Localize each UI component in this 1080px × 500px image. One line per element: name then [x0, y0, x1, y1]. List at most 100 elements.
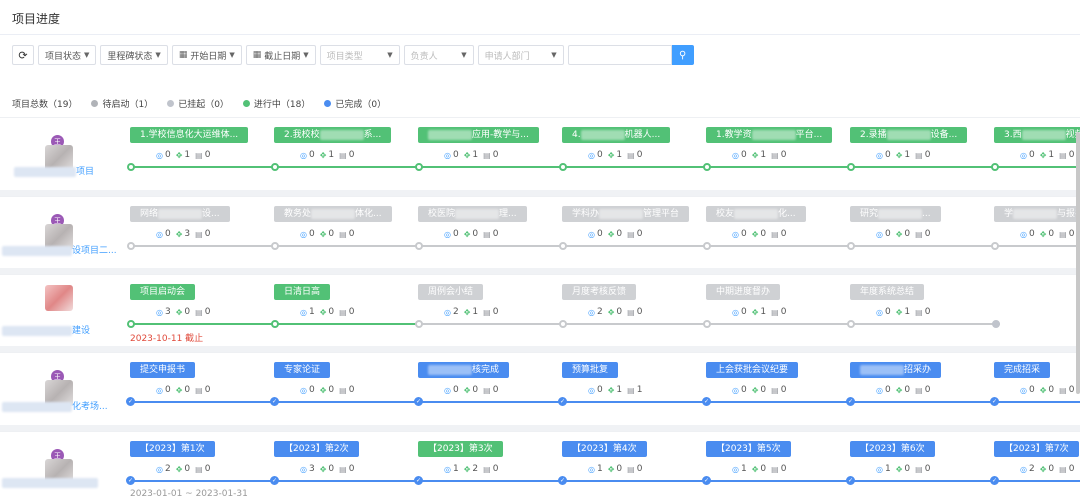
milestone-tag[interactable]: 日清日高 [274, 284, 331, 300]
milestone-tag[interactable]: 周例会小结 [418, 284, 484, 300]
milestone[interactable]: 预算批复 ◎ 0 ✥ 1 ▤ 1 [562, 362, 690, 402]
milestone[interactable]: 4. 机器人... ◎ 0 ✥ 1 ▤ 0 [562, 127, 690, 167]
project-name[interactable] [2, 478, 98, 489]
milestone-tag[interactable]: 校友 化... [706, 206, 806, 222]
milestone[interactable]: 【2023】第4次 ◎ 1 ✥ 0 ▤ 0 [562, 441, 690, 481]
milestone[interactable]: 周例会小结 ◎ 2 ✥ 1 ▤ 0 [418, 284, 546, 324]
milestone[interactable]: 教务处 体化... ◎ 0 ✥ 0 ▤ 0 [274, 206, 402, 246]
milestone[interactable]: 【2023】第6次 ◎ 1 ✥ 0 ▤ 0 [850, 441, 978, 481]
milestone[interactable]: 应用-教学与... ◎ 0 ✥ 1 ▤ 0 [418, 127, 546, 167]
milestone-tag[interactable]: 【2023】第3次 [418, 441, 503, 457]
milestone-tag[interactable]: 【2023】第6次 [850, 441, 935, 457]
milestone-tag[interactable]: 核完成 [418, 362, 510, 378]
legend-total[interactable]: 项目总数（19） [12, 97, 77, 110]
milestone[interactable]: 提交申报书 ◎ 0 ✥ 0 ▤ 0 [130, 362, 258, 402]
milestone-tag[interactable]: 1.学校信息化大运维体... [130, 127, 249, 143]
milestone-tag[interactable]: 招采办 [850, 362, 942, 378]
owner-select[interactable]: 负责人 ▼ [403, 45, 474, 65]
milestone[interactable]: 校医院 理... ◎ 0 ✥ 0 ▤ 0 [418, 206, 546, 246]
milestone[interactable]: 完成招采 ◎ 0 ✥ 0 ▤ 0 [994, 362, 1080, 402]
milestone-tag[interactable]: 2.录播 设备... [850, 127, 968, 143]
refresh-button[interactable]: ⟳ [12, 45, 34, 65]
stat-value: 0 [1068, 150, 1075, 160]
milestone-tag[interactable]: 预算批复 [562, 362, 619, 378]
milestone-tag[interactable]: 【2023】第5次 [706, 441, 791, 457]
milestone[interactable]: 3.西视频◎0✥1▤0 [994, 127, 1080, 167]
milestone[interactable]: 【2023】第7次 ◎ 2 ✥ 0 ▤ 0 [994, 441, 1080, 481]
milestone-tag[interactable]: 学与报名 [994, 206, 1080, 222]
legend-done[interactable]: 已完成（0） [324, 97, 386, 110]
milestone-tag[interactable]: 月度考核反馈 [562, 284, 637, 300]
milestone[interactable]: 上会获批会议纪要 ◎ 0 ✥ 0 ▤ 0 [706, 362, 834, 402]
milestone-tag[interactable]: 研究... [850, 206, 941, 222]
milestone-tag[interactable]: 3.西视频 [994, 127, 1080, 143]
milestone-tag[interactable]: 提交申报书 [130, 362, 196, 378]
search-button[interactable]: ⚲ [671, 45, 694, 65]
milestone[interactable]: 学与报名◎0✥0▤0 [994, 206, 1080, 246]
milestone[interactable]: 年度系统总结 ◎ 0 ✥ 1 ▤ 0 [850, 284, 978, 324]
milestone-tag[interactable]: 1.教学资 平台... [706, 127, 833, 143]
document-icon: ▤ [915, 385, 923, 395]
end-date-dropdown[interactable]: ▦ 截止日期 ▼ [245, 45, 316, 65]
project-name[interactable]: 化考场... [2, 399, 108, 412]
project-type-select[interactable]: 项目类型 ▼ [319, 45, 400, 65]
project-row[interactable]: 建设 项目启动会 ◎ 3 ✥ 0 ▤ 0 日清日高 ◎ 1 ✥ 0 ▤ 0 周例会小结 ◎ 2 ✥ 1 ▤ 0 月度考核反馈… [0, 274, 1080, 344]
milestone[interactable]: 1.教学资 平台... ◎ 0 ✥ 1 ▤ 0 [706, 127, 834, 167]
milestone[interactable]: 1.学校信息化大运维体... ◎ 0 ✥ 1 ▤ 0 [130, 127, 258, 167]
milestone[interactable]: 招采办 ◎ 0 ✥ 0 ▤ 0 [850, 362, 978, 402]
stat-value: 0 [348, 385, 355, 395]
search-input[interactable] [567, 45, 672, 65]
milestone-tag[interactable]: 项目启动会 [130, 284, 196, 300]
project-name[interactable]: 设项目二... [2, 243, 117, 256]
milestone-tag[interactable]: 【2023】第1次 [130, 441, 215, 457]
milestone[interactable]: 【2023】第2次 ◎ 3 ✥ 0 ▤ 0 [274, 441, 402, 481]
project-name[interactable]: 建设 [2, 323, 90, 336]
milestone[interactable]: 月度考核反馈 ◎ 2 ✥ 0 ▤ 0 [562, 284, 690, 324]
start-date-dropdown[interactable]: ▦ 开始日期 ▼ [171, 45, 242, 65]
milestone-tag[interactable]: 中期进度督办 [706, 284, 781, 300]
scrollbar[interactable] [1076, 132, 1080, 394]
milestone-tag[interactable]: 【2023】第4次 [562, 441, 647, 457]
project-row[interactable]: 王项目 1.学校信息化大运维体... ◎ 0 ✥ 1 ▤ 0 2.我校校 系... ◎ 0 ✥ 1 ▤ 0 应用… [0, 117, 1080, 187]
milestone[interactable]: 网络 设... ◎ 0 ✥ 3 ▤ 0 [130, 206, 258, 246]
milestone-tag[interactable]: 应用-教学与... [418, 127, 539, 143]
milestone-tag[interactable]: 2.我校校 系... [274, 127, 392, 143]
project-status-dropdown[interactable]: 项目状态 ▼ [38, 45, 97, 65]
milestone-tag[interactable]: 完成招采 [994, 362, 1051, 378]
milestone-tag[interactable]: 教务处 体化... [274, 206, 392, 222]
milestone-tag[interactable]: 【2023】第7次 [994, 441, 1079, 457]
legend-pending[interactable]: 待启动（1） [91, 97, 153, 110]
legend-in-progress[interactable]: 进行中（18） [242, 97, 310, 110]
task-icon: ◎ [588, 150, 595, 160]
milestone-tag[interactable]: 4. 机器人... [562, 127, 671, 143]
legend-suspended[interactable]: 已挂起（0） [167, 97, 229, 110]
milestone-tag[interactable]: 网络 设... [130, 206, 230, 222]
milestone-node-check-icon: ✓ [558, 397, 567, 406]
milestone-tag[interactable]: 【2023】第2次 [274, 441, 359, 457]
milestone[interactable]: 校友 化... ◎ 0 ✥ 0 ▤ 0 [706, 206, 834, 246]
milestone[interactable]: 2.我校校 系... ◎ 0 ✥ 1 ▤ 0 [274, 127, 402, 167]
milestone[interactable]: 【2023】第5次 ◎ 1 ✥ 0 ▤ 0 [706, 441, 834, 481]
milestone-status-dropdown[interactable]: 里程碑状态 ▼ [100, 45, 168, 65]
project-row[interactable]: 王设项目二... 网络 设... ◎ 0 ✥ 3 ▤ 0 教务处 体化... ◎ 0 ✥ 0 ▤ 0 校医院 理..… [0, 196, 1080, 266]
project-row[interactable]: 王【2023】第1次 ◎ 2 ✥ 0 ▤ 0 ✓ 【2023】第2次 ◎ 3 ✥ 0 ▤ 0 ✓ 【2023】第… [0, 431, 1080, 500]
stat-value: 2 [596, 307, 603, 317]
milestone[interactable]: 研究... ◎ 0 ✥ 0 ▤ 0 [850, 206, 978, 246]
milestone[interactable]: 【2023】第1次 ◎ 2 ✥ 0 ▤ 0 [130, 441, 258, 481]
milestone-tag[interactable]: 学科办 管理平台 [562, 206, 690, 222]
milestone[interactable]: 2.录播 设备... ◎ 0 ✥ 1 ▤ 0 [850, 127, 978, 167]
milestone-tag[interactable]: 专家论证 [274, 362, 331, 378]
milestone[interactable]: 学科办 管理平台 ◎ 0 ✥ 0 ▤ 0 [562, 206, 690, 246]
milestone[interactable]: 专家论证 ◎ 0 ✥ 0 ▤ 0 [274, 362, 402, 402]
milestone-tag[interactable]: 年度系统总结 [850, 284, 925, 300]
milestone-tag[interactable]: 校医院 理... [418, 206, 527, 222]
milestone[interactable]: 中期进度督办 ◎ 0 ✥ 1 ▤ 0 [706, 284, 834, 324]
milestone[interactable]: 项目启动会 ◎ 3 ✥ 0 ▤ 0 [130, 284, 258, 324]
project-row[interactable]: 王化考场... 提交申报书 ◎ 0 ✥ 0 ▤ 0 ✓ 专家论证 ◎ 0 ✥ 0 ▤ 0 ✓ 核完成 ◎ 0 ✥ 0 ▤ 0 ✓… [0, 352, 1080, 422]
milestone[interactable]: 核完成 ◎ 0 ✥ 0 ▤ 0 [418, 362, 546, 402]
milestone-tag[interactable]: 上会获批会议纪要 [706, 362, 799, 378]
department-select[interactable]: 申请人部门 ▼ [477, 45, 564, 65]
project-name[interactable]: 项目 [14, 164, 94, 177]
milestone[interactable]: 日清日高 ◎ 1 ✥ 0 ▤ 0 [274, 284, 402, 324]
milestone[interactable]: 【2023】第3次 ◎ 1 ✥ 2 ▤ 0 [418, 441, 546, 481]
